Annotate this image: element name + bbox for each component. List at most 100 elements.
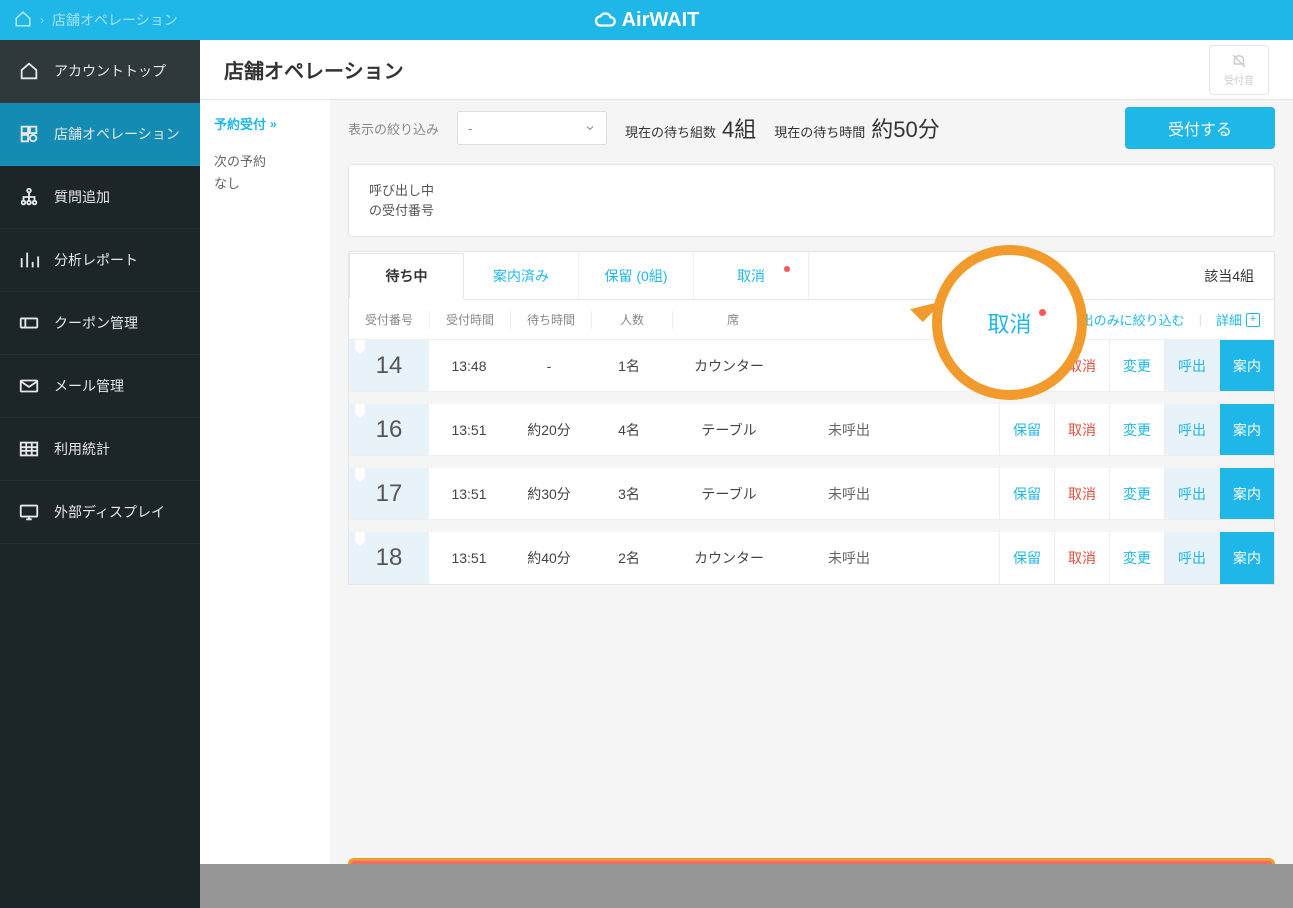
mail-icon bbox=[18, 375, 40, 397]
sound-label: 受付音 bbox=[1224, 72, 1254, 87]
row-time: 13:48 bbox=[429, 340, 509, 391]
change-button[interactable]: 変更 bbox=[1109, 340, 1164, 391]
call-button[interactable]: 呼出 bbox=[1164, 404, 1219, 455]
row-people: 1名 bbox=[589, 340, 669, 391]
row-people: 3名 bbox=[589, 468, 669, 519]
tab-waiting[interactable]: 待ち中 bbox=[349, 253, 464, 300]
wait-count: 現在の待ち組数 4組 bbox=[625, 112, 756, 144]
hold-button[interactable]: 保留 bbox=[999, 404, 1054, 455]
th-seat: 席 bbox=[673, 311, 793, 328]
tab-label: 取消 bbox=[737, 266, 765, 286]
reservation-link-label: 予約受付 bbox=[214, 114, 266, 133]
topbar: › 店舗オペレーション AirWAIT bbox=[0, 0, 1293, 40]
cancel-button[interactable]: 取消 bbox=[1054, 340, 1109, 391]
breadcrumb-current: 店舗オペレーション bbox=[52, 10, 178, 30]
row-wait: 約20分 bbox=[509, 404, 589, 455]
change-button[interactable]: 変更 bbox=[1109, 532, 1164, 584]
call-button[interactable]: 呼出 bbox=[1164, 340, 1219, 391]
th-people: 人数 bbox=[592, 311, 672, 328]
th-time: 受付時間 bbox=[430, 311, 510, 328]
home-icon[interactable] bbox=[14, 10, 32, 31]
cancel-button[interactable]: 取消 bbox=[1054, 468, 1109, 519]
hold-button[interactable]: 保留 bbox=[999, 468, 1054, 519]
notification-dot-icon bbox=[784, 266, 790, 272]
sidebar-item-label: 外部ディスプレイ bbox=[54, 502, 165, 522]
row-people: 2名 bbox=[589, 532, 669, 584]
sidebar-item-usage-stats[interactable]: 利用統計 bbox=[0, 418, 200, 481]
filter-dropdown[interactable]: - bbox=[457, 111, 607, 145]
row-wait: 約30分 bbox=[509, 468, 589, 519]
tab-hold[interactable]: 保留 (0組) bbox=[579, 252, 694, 299]
wait-time-label: 現在の待ち時間 bbox=[774, 122, 865, 141]
ticket-icon bbox=[18, 312, 40, 334]
chevron-down-icon bbox=[584, 122, 596, 134]
chart-icon bbox=[18, 249, 40, 271]
row-time: 13:51 bbox=[429, 404, 509, 455]
change-button[interactable]: 変更 bbox=[1109, 468, 1164, 519]
wait-time-value: 約50分 bbox=[871, 112, 939, 144]
chevron-right-icon: › bbox=[40, 13, 44, 27]
page-title: 店舗オペレーション bbox=[224, 55, 404, 84]
result-count: 該当4組 bbox=[1204, 266, 1274, 286]
detail-link-label: 詳細 bbox=[1216, 310, 1242, 329]
tab-guided[interactable]: 案内済み bbox=[464, 252, 579, 299]
sidebar-item-external-display[interactable]: 外部ディスプレイ bbox=[0, 481, 200, 544]
cancel-button[interactable]: 取消 bbox=[1054, 404, 1109, 455]
detail-expand-link[interactable]: 詳細 + bbox=[1216, 310, 1260, 329]
call-button[interactable]: 呼出 bbox=[1164, 468, 1219, 519]
row-time: 13:51 bbox=[429, 468, 509, 519]
sidebar-item-questions[interactable]: 質問追加 bbox=[0, 166, 200, 229]
sidebar-item-analytics[interactable]: 分析レポート bbox=[0, 229, 200, 292]
filter-label: 表示の絞り込み bbox=[348, 119, 439, 138]
th-wait: 待ち時間 bbox=[511, 311, 591, 328]
wait-time: 現在の待ち時間 約50分 bbox=[774, 112, 940, 144]
logo: AirWAIT bbox=[594, 9, 700, 32]
row-status: 未呼出 bbox=[789, 468, 909, 519]
main: 店舗オペレーション 受付音 予約受付 » 次の予約 なし 表示の絞り込み - bbox=[200, 40, 1293, 908]
call-button[interactable]: 呼出 bbox=[1164, 532, 1219, 584]
sidebar-item-label: アカウントトップ bbox=[54, 61, 166, 81]
filter-uncalled-link[interactable]: 未呼出のみに絞り込む bbox=[1055, 310, 1185, 329]
sub-column: 予約受付 » 次の予約 なし bbox=[200, 100, 330, 908]
sidebar-item-label: 店舗オペレーション bbox=[54, 124, 180, 144]
tab-cancelled[interactable]: 取消 bbox=[694, 252, 809, 299]
page-header: 店舗オペレーション 受付音 bbox=[200, 40, 1293, 100]
row-status: 未呼出 bbox=[789, 404, 909, 455]
row-wait: 約40分 bbox=[509, 532, 589, 584]
home-icon bbox=[18, 60, 40, 82]
queue-table: 受付番号 受付時間 待ち時間 人数 席 未呼出のみに絞り込む | 詳細 + bbox=[348, 299, 1275, 585]
row-time: 13:51 bbox=[429, 532, 509, 584]
hold-button[interactable]: 保留 bbox=[999, 340, 1054, 391]
th-number: 受付番号 bbox=[349, 311, 429, 328]
sidebar-item-coupons[interactable]: クーポン管理 bbox=[0, 292, 200, 355]
table-row: 1713:51約30分3名テーブル未呼出保留取消変更呼出案内 bbox=[349, 468, 1274, 520]
reservation-link[interactable]: 予約受付 » bbox=[214, 114, 316, 133]
tree-icon bbox=[18, 186, 40, 208]
row-status bbox=[789, 340, 909, 391]
guide-button[interactable]: 案内 bbox=[1219, 404, 1274, 455]
wait-count-label: 現在の待ち組数 bbox=[625, 122, 716, 141]
change-button[interactable]: 変更 bbox=[1109, 404, 1164, 455]
next-reservation-value: なし bbox=[214, 173, 316, 195]
table-row: 1813:51約40分2名カウンター未呼出保留取消変更呼出案内 bbox=[349, 532, 1274, 584]
cancel-button[interactable]: 取消 bbox=[1054, 532, 1109, 584]
guide-button[interactable]: 案内 bbox=[1219, 340, 1274, 391]
accept-button[interactable]: 受付する bbox=[1125, 107, 1275, 149]
guide-button[interactable]: 案内 bbox=[1219, 532, 1274, 584]
guide-button[interactable]: 案内 bbox=[1219, 468, 1274, 519]
sidebar-item-label: 分析レポート bbox=[54, 250, 138, 270]
sidebar-item-store-ops[interactable]: 店舗オペレーション bbox=[0, 103, 200, 166]
table-icon bbox=[18, 438, 40, 460]
wait-count-value: 4組 bbox=[722, 112, 756, 144]
tab-label: 保留 (0組) bbox=[605, 266, 668, 286]
hold-button[interactable]: 保留 bbox=[999, 532, 1054, 584]
sidebar-item-account-top[interactable]: アカウントトップ bbox=[0, 40, 200, 103]
sound-toggle[interactable]: 受付音 bbox=[1209, 45, 1269, 95]
sidebar-item-mail[interactable]: メール管理 bbox=[0, 355, 200, 418]
sidebar-item-label: 利用統計 bbox=[54, 439, 110, 459]
row-wait: - bbox=[509, 340, 589, 391]
next-reservation-label: 次の予約 bbox=[214, 151, 316, 173]
row-seat: カウンター bbox=[669, 340, 789, 391]
footer-bar bbox=[200, 864, 1293, 908]
content: 表示の絞り込み - 現在の待ち組数 4組 現在の待ち時間 約50分 受付する 呼… bbox=[330, 100, 1293, 908]
